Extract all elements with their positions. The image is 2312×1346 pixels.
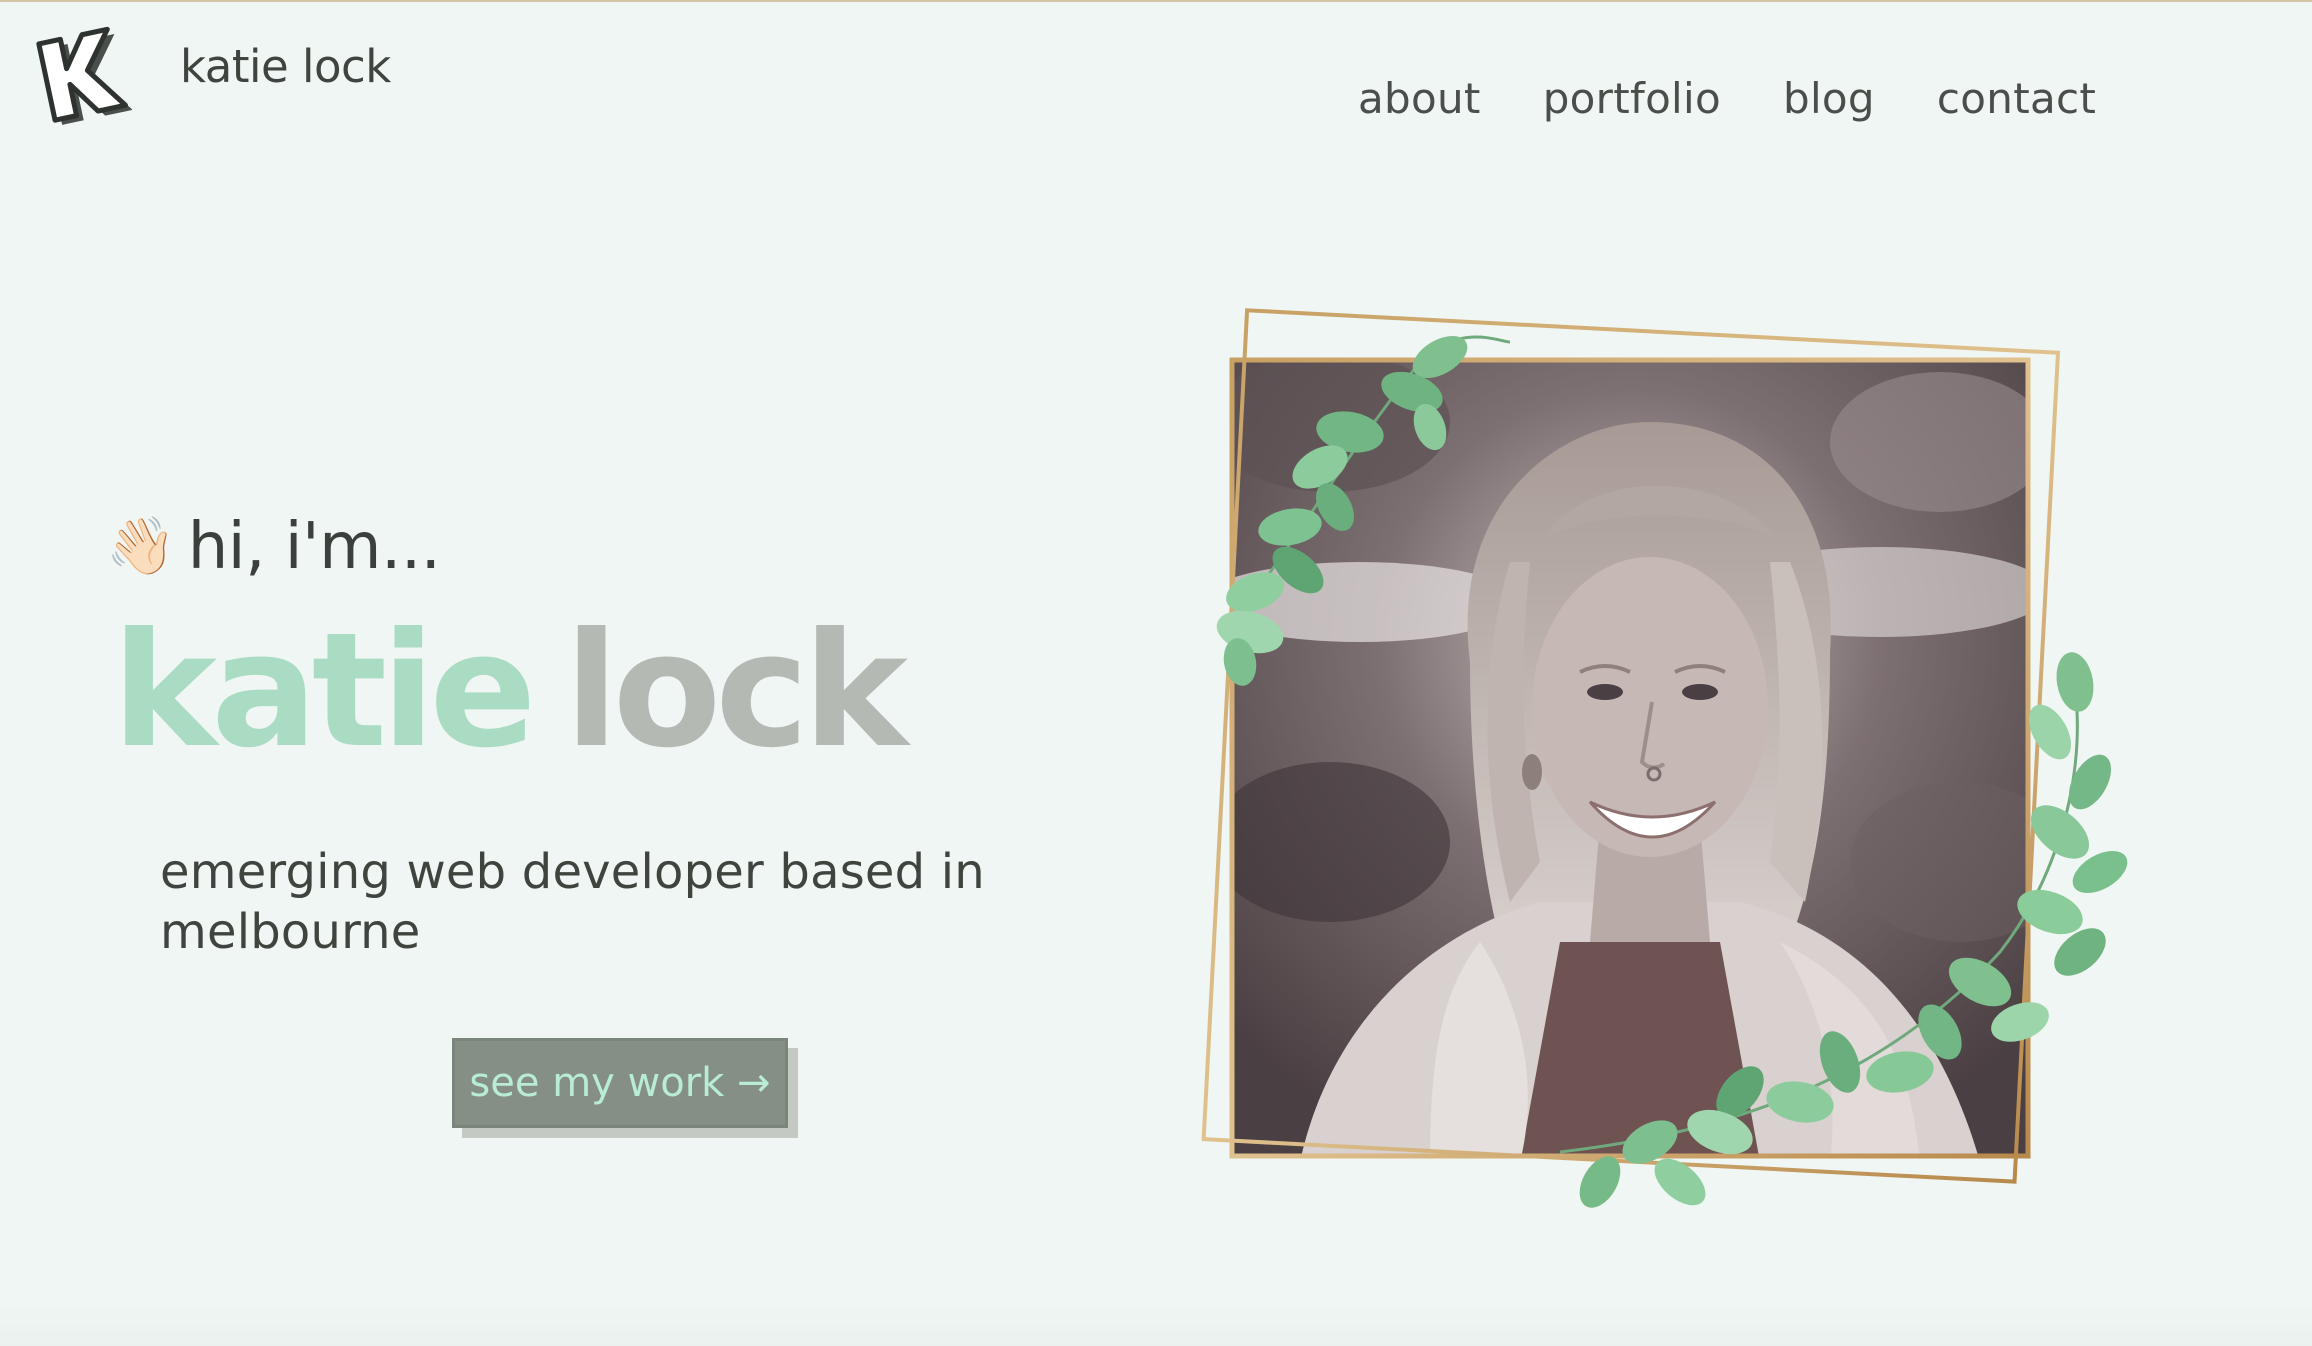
see-my-work-button[interactable]: see my work → — [452, 1038, 788, 1128]
nav-contact-link[interactable]: contact — [1937, 74, 2096, 123]
nav-portfolio-link[interactable]: portfolio — [1543, 74, 1721, 123]
nav-blog-link[interactable]: blog — [1783, 74, 1875, 123]
hero-first-name: katie — [112, 599, 537, 783]
home-logo-link[interactable]: katie lock — [28, 22, 391, 126]
page-bottom-fade — [0, 1302, 2312, 1346]
waving-hand-icon: 👋🏻 — [106, 514, 176, 579]
portrait-photo — [1201, 308, 2128, 1208]
main-navigation: about portfolio blog contact — [1358, 74, 2096, 123]
site-name: katie lock — [180, 39, 391, 93]
hero-tagline: emerging web developer based in melbourn… — [160, 844, 985, 960]
cta-container: see my work → — [452, 1038, 798, 1138]
hero-greeting: 👋🏻 hi, i'm... — [106, 510, 441, 584]
greeting-text: hi, i'm... — [187, 510, 441, 584]
portrait-section — [1180, 302, 2128, 1242]
hero-name-heading: katie lock — [112, 612, 908, 770]
k-letter-logo-icon — [36, 26, 132, 125]
hero-last-name: lock — [564, 599, 908, 783]
nav-about-link[interactable]: about — [1358, 74, 1481, 123]
